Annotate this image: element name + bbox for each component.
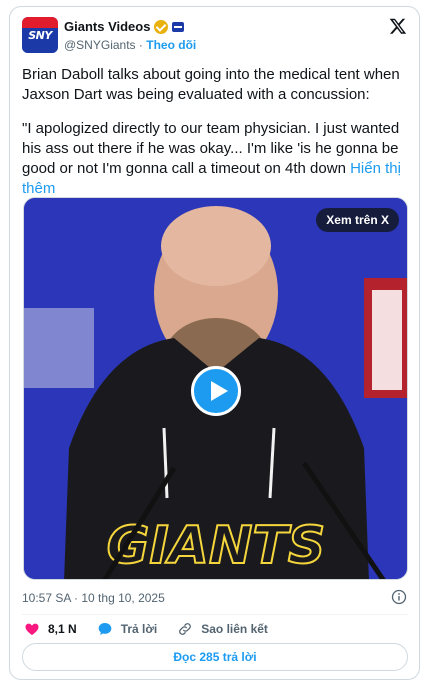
action-bar: 8,1 N Trả lời Sao liên kết xyxy=(24,621,268,637)
reply-button[interactable]: Trả lời xyxy=(97,621,158,637)
heart-icon xyxy=(25,623,39,635)
copy-link-label: Sao liên kết xyxy=(201,622,268,636)
watch-on-x-button[interactable]: Xem trên X xyxy=(316,208,399,232)
play-icon[interactable] xyxy=(191,366,241,416)
like-button[interactable]: 8,1 N xyxy=(24,621,77,637)
verified-badge-icon xyxy=(154,19,169,34)
handle-separator: · xyxy=(138,38,143,52)
timestamp[interactable]: 10:57 SA · 10 thg 10, 2025 xyxy=(22,591,165,605)
author-name[interactable]: Giants Videos xyxy=(64,19,150,34)
copy-link-button[interactable]: Sao liên kết xyxy=(177,621,268,637)
tweet-card: SNY Giants Videos @SNYGiants · Theo dõi … xyxy=(9,6,420,680)
link-icon xyxy=(179,623,192,635)
tweet-paragraph: Brian Daboll talks about going into the … xyxy=(22,66,400,103)
author-handle[interactable]: @SNYGiants xyxy=(64,38,136,52)
tweet-paragraph: "I apologized directly to our team physi… xyxy=(22,119,412,199)
reply-label: Trả lời xyxy=(120,622,158,636)
tweet-quote: "I apologized directly to our team physi… xyxy=(22,120,400,177)
like-count: 8,1 N xyxy=(48,622,77,636)
video-player[interactable]: GIANTS Xem trên X xyxy=(23,197,408,580)
handle-row: @SNYGiants · Theo dõi xyxy=(64,38,196,52)
divider xyxy=(22,614,408,615)
reply-bubble-icon xyxy=(98,623,112,635)
affiliate-badge-icon xyxy=(172,21,185,32)
x-logo-icon[interactable] xyxy=(389,17,407,35)
read-replies-button[interactable]: Đọc 285 trả lời xyxy=(22,643,408,671)
avatar-logo-text: SNY xyxy=(28,29,52,42)
author-name-row: Giants Videos xyxy=(64,19,185,34)
avatar[interactable]: SNY xyxy=(22,17,58,53)
tweet-text: Brian Daboll talks about going into the … xyxy=(22,65,412,213)
info-icon[interactable] xyxy=(391,589,407,605)
follow-button[interactable]: Theo dõi xyxy=(146,38,196,52)
